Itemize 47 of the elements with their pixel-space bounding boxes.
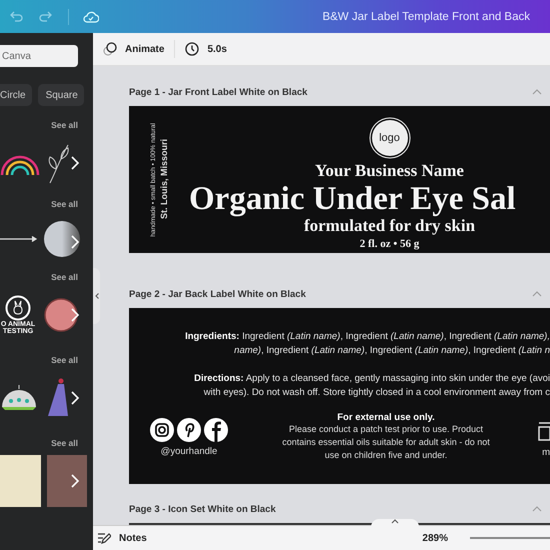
- cut-text: m: [542, 446, 550, 458]
- ingredients-text: name), Ingredient (Latin name), Ingredient (Latin name), Ingredient (Latin n: [234, 344, 550, 358]
- location-text: St. Louis, Missouri: [158, 139, 168, 220]
- caret-up-icon[interactable]: [391, 519, 399, 524]
- warning-title: For external use only.: [337, 412, 435, 423]
- round-badge-icon[interactable]: [44, 298, 78, 332]
- instagram-icon[interactable]: [150, 418, 174, 442]
- jar-icon: [538, 420, 550, 440]
- filter-chip[interactable]: Square: [38, 84, 84, 106]
- duration-button[interactable]: 5.0s: [207, 44, 227, 54]
- directions-text: with eyes). Do not wash off. Store tightly closed in a cool environment away from c: [204, 386, 550, 400]
- rabbit-badge-icon[interactable]: [5, 294, 31, 321]
- filter-chip[interactable]: Circle: [0, 84, 32, 106]
- see-all-link[interactable]: See all: [51, 199, 78, 209]
- chevron-left-icon[interactable]: [94, 293, 98, 299]
- animate-button[interactable]: Animate: [125, 44, 164, 54]
- see-all-link[interactable]: See all: [51, 120, 78, 130]
- page-title: Page 1 - Jar Front Label White on Black: [129, 86, 308, 98]
- document-title[interactable]: B&W Jar Label Template Front and Back: [322, 10, 530, 22]
- facebook-icon[interactable]: [204, 418, 228, 442]
- social-handle: @yourhandle: [160, 446, 218, 456]
- ufo-drawing[interactable]: [0, 383, 38, 413]
- directions-text: Directions: Apply to a cleansed face, gently massaging into skin under the eye (avoi: [194, 372, 550, 386]
- business-name: Your Business Name: [315, 162, 464, 181]
- animate-icon[interactable]: [103, 42, 117, 56]
- see-all-link[interactable]: See all: [51, 355, 78, 365]
- collapse-panel-handle[interactable]: [93, 268, 100, 324]
- circle-shape-icon[interactable]: [44, 221, 80, 257]
- warning-text: Please conduct a patch test prior to use. Product contains essential oils suitable for adult skin - do not use on children five and under.: [281, 423, 491, 462]
- page-title: Page 3 - Icon Set White on Black: [129, 504, 276, 514]
- see-all-link[interactable]: See all: [51, 272, 78, 282]
- notes-button[interactable]: Notes: [119, 532, 147, 544]
- clock-icon[interactable]: [185, 42, 200, 56]
- search-field[interactable]: Canva: [0, 45, 78, 67]
- pinterest-icon[interactable]: [177, 418, 201, 442]
- product-size: 2 fl. oz • 56 g: [360, 238, 420, 250]
- product-name: Organic Under Eye Sal: [189, 180, 516, 217]
- pages-tab[interactable]: [371, 519, 419, 527]
- arrow-icon[interactable]: [0, 236, 38, 242]
- back-label[interactable]: [129, 308, 550, 484]
- notes-icon[interactable]: [97, 532, 111, 544]
- page-title: Page 2 - Jar Back Label White on Black: [129, 288, 306, 300]
- ingredients-text: Ingredients: Ingredient (Latin name), Ingredient (Latin name), Ingredient (Latin name),: [185, 330, 550, 344]
- see-all-link[interactable]: See all: [51, 438, 78, 448]
- product-subtitle: formulated for dry skin: [304, 216, 476, 236]
- logo-circle: logo: [372, 120, 408, 156]
- zoom-percentage[interactable]: 289%: [422, 532, 448, 544]
